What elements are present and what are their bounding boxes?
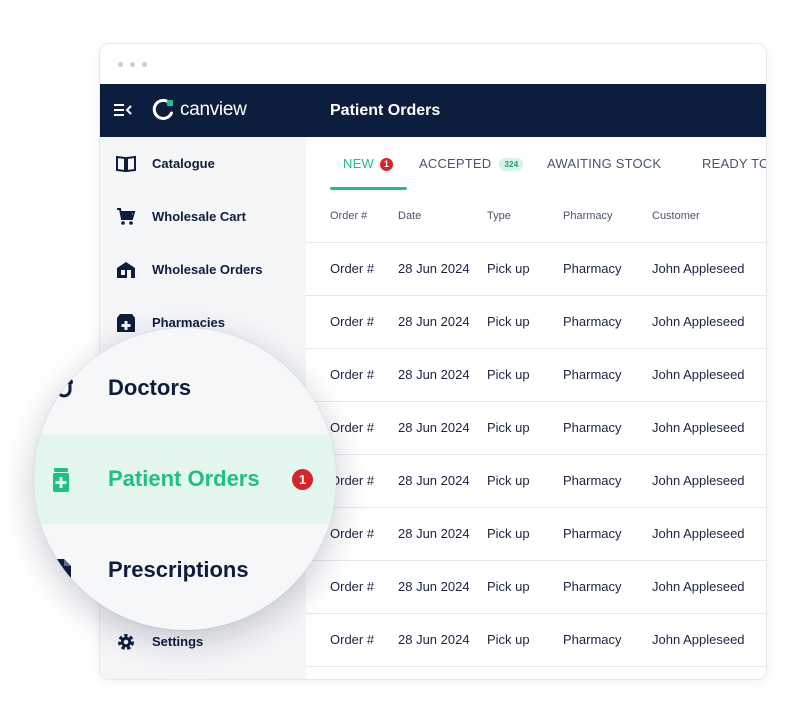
customer-cell: John Appleseed — [652, 261, 745, 276]
table-row[interactable]: Order # 28 Jun 2024 Pick up Pharmacy John Ap… — [306, 614, 766, 667]
tab-awaiting-stock[interactable]: AWAITING STOCK — [547, 137, 661, 190]
tab-label: NEW — [343, 156, 374, 171]
table-row[interactable]: Order # 28 Jun 2024 Pick up Pharmacy John Ap… — [306, 296, 766, 349]
column-header[interactable]: Customer — [652, 190, 700, 242]
order-number-cell: Order # — [330, 420, 375, 435]
tab-label: READY TO — [702, 156, 767, 171]
type-cell: Pick up — [487, 261, 530, 276]
canview-logo-icon — [152, 99, 173, 120]
prescription-icon — [52, 559, 71, 583]
tab-count-badge: 1 — [379, 158, 393, 171]
logo[interactable]: canview — [150, 97, 247, 123]
sidebar-item-label: Patient Orders — [108, 466, 260, 491]
pharmacy-cell: Pharmacy — [563, 473, 622, 488]
tab-ready-to[interactable]: READY TO — [702, 137, 767, 190]
sidebar-item-wholesale-cart[interactable]: Wholesale Cart — [100, 190, 306, 243]
customer-cell: John Appleseed — [652, 420, 745, 435]
tab-count-badge: 324 — [499, 158, 524, 171]
type-cell: Pick up — [487, 367, 530, 382]
customer-cell: John Appleseed — [652, 473, 745, 488]
table-row[interactable]: Order # 28 Jun 2024 Pick up Pharmacy John Ap… — [306, 402, 766, 455]
pharmacy-cell: Pharmacy — [563, 314, 622, 329]
window-dot[interactable] — [130, 62, 135, 67]
date-cell: 28 Jun 2024 — [398, 526, 470, 541]
medicine-jar-icon — [53, 468, 69, 492]
sidebar-item-label: Doctors — [108, 375, 192, 400]
pharmacy-icon — [117, 314, 135, 332]
customer-cell: John Appleseed — [652, 526, 745, 541]
type-cell: Pick up — [487, 526, 530, 541]
collapse-menu-icon[interactable] — [114, 102, 134, 118]
order-number-cell: Order # — [330, 473, 375, 488]
customer-cell: John Appleseed — [652, 367, 745, 382]
sidebar-item-label: Catalogue — [152, 156, 215, 171]
date-cell: 28 Jun 2024 — [398, 261, 470, 276]
window-titlebar — [100, 44, 766, 84]
page-title: Patient Orders — [330, 102, 441, 119]
date-cell: 28 Jun 2024 — [398, 420, 470, 435]
customer-cell: John Appleseed — [652, 632, 745, 647]
date-cell: 28 Jun 2024 — [398, 367, 470, 382]
pharmacy-cell: Pharmacy — [563, 367, 622, 382]
sidebar-item-label: Prescriptions — [108, 557, 249, 582]
table-row[interactable]: Order # 28 Jun 2024 Pick up Pharmacy John Ap… — [306, 561, 766, 614]
type-cell: Pick up — [487, 473, 530, 488]
pharmacy-cell: Pharmacy — [563, 526, 622, 541]
tab-label: ACCEPTED — [419, 156, 492, 171]
pharmacy-cell: Pharmacy — [563, 579, 622, 594]
order-number-cell: Order # — [330, 632, 375, 647]
app-header: canview Patient Orders — [100, 84, 766, 137]
table-row[interactable]: Order # 28 Jun 2024 Pick up Pharmacy John Ap… — [306, 508, 766, 561]
sidebar-item-doctors[interactable]: Doctors — [34, 343, 336, 433]
tab-new[interactable]: NEW 1 — [343, 137, 393, 190]
sidebar-item-patient-orders[interactable]: Patient Orders 1 — [34, 434, 336, 524]
type-cell: Pick up — [487, 314, 530, 329]
order-number-cell: Order # — [330, 579, 375, 594]
table-row[interactable]: Order # 28 Jun 2024 Pick up Pharmacy John Ap… — [306, 349, 766, 402]
customer-cell: John Appleseed — [652, 314, 745, 329]
column-header[interactable]: Date — [398, 190, 421, 242]
tab-label: AWAITING STOCK — [547, 156, 662, 171]
customer-cell: John Appleseed — [652, 579, 745, 594]
sidebar-item-label: Wholesale Orders — [152, 262, 263, 277]
date-cell: 28 Jun 2024 — [398, 314, 470, 329]
date-cell: 28 Jun 2024 — [398, 632, 470, 647]
order-number-cell: Order # — [330, 526, 375, 541]
order-number-cell: Order # — [330, 367, 375, 382]
gear-icon — [118, 634, 134, 650]
type-cell: Pick up — [487, 579, 530, 594]
column-header[interactable]: Type — [487, 190, 511, 242]
pharmacy-cell: Pharmacy — [563, 261, 622, 276]
stethoscope-icon — [56, 378, 73, 398]
logo-text: canview — [180, 99, 247, 120]
table-row[interactable]: Order # 28 Jun 2024 Pick up Pharmacy John Ap… — [306, 455, 766, 508]
order-status-tabs: NEW 1 ACCEPTED 324 AWAITING STOCK READY TO — [306, 137, 767, 190]
sidebar-item-catalogue[interactable]: Catalogue — [100, 137, 306, 190]
order-number-cell: Order # — [330, 261, 375, 276]
magnifier-callout: Doctors Patient Orders 1 Prescriptions — [34, 328, 336, 630]
window-dot[interactable] — [118, 62, 123, 67]
table-row[interactable]: Order # 28 Jun 2024 Pick up Pharmacy John Ap… — [306, 243, 766, 296]
type-cell: Pick up — [487, 420, 530, 435]
book-icon — [116, 155, 136, 173]
tab-accepted[interactable]: ACCEPTED 324 — [419, 137, 524, 190]
sidebar-item-wholesale-orders[interactable]: Wholesale Orders — [100, 243, 306, 296]
pharmacy-cell: Pharmacy — [563, 420, 622, 435]
date-cell: 28 Jun 2024 — [398, 473, 470, 488]
warehouse-icon — [117, 262, 135, 278]
sidebar-item-prescriptions[interactable]: Prescriptions — [34, 525, 336, 615]
cart-icon — [117, 208, 136, 225]
pharmacy-cell: Pharmacy — [563, 632, 622, 647]
sidebar-item-label: Wholesale Cart — [152, 209, 246, 224]
notification-badge: 1 — [292, 469, 313, 490]
order-number-cell: Order # — [330, 314, 375, 329]
table-header-row: Order # Date Type Pharmacy Customer — [306, 190, 766, 243]
date-cell: 28 Jun 2024 — [398, 579, 470, 594]
type-cell: Pick up — [487, 632, 530, 647]
sidebar-item-label: Settings — [152, 634, 204, 649]
window-dot[interactable] — [142, 62, 147, 67]
column-header[interactable]: Order # — [330, 190, 367, 242]
orders-panel: NEW 1 ACCEPTED 324 AWAITING STOCK READY TO… — [306, 137, 767, 679]
column-header[interactable]: Pharmacy — [563, 190, 613, 242]
